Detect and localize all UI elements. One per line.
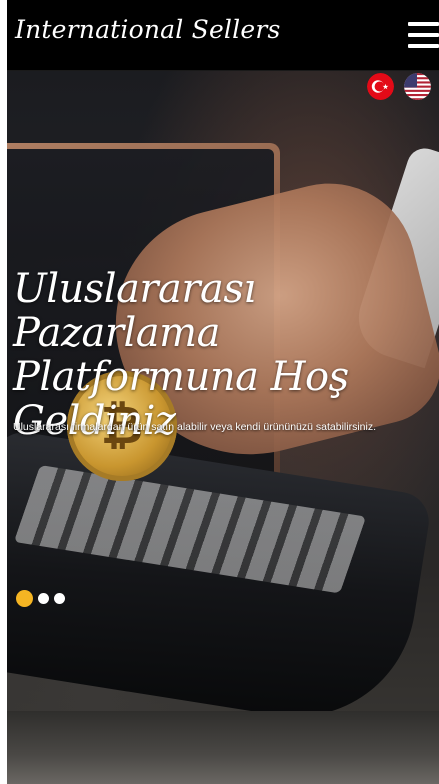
slider-dots xyxy=(16,590,65,607)
menu-bar xyxy=(408,44,439,48)
hero-subtitle: Uluslararası firmalardan ürün satın alab… xyxy=(13,421,377,433)
menu-bar xyxy=(408,33,439,37)
hamburger-menu-icon[interactable] xyxy=(408,22,439,48)
slider-dot-1[interactable] xyxy=(16,590,33,607)
edge-strip xyxy=(0,0,7,784)
turkey-flag-icon[interactable] xyxy=(367,73,394,100)
language-switcher xyxy=(367,73,431,100)
slider-dot-2[interactable] xyxy=(38,593,49,604)
usa-flag-icon[interactable] xyxy=(404,73,431,100)
hero-slider: ₿ Uluslararası Pazarlama Platformuna Hoş… xyxy=(7,71,439,784)
background-table xyxy=(7,711,439,784)
menu-bar xyxy=(408,22,439,26)
page: International Sellers ₿ Uluslararası Paz… xyxy=(0,0,439,784)
slider-dot-3[interactable] xyxy=(54,593,65,604)
navbar: International Sellers xyxy=(7,0,439,71)
hero-title: Uluslararası Pazarlama Platformuna Hoş G… xyxy=(13,266,349,444)
brand-logo[interactable]: International Sellers xyxy=(15,15,281,44)
terminal-keys xyxy=(13,465,367,594)
